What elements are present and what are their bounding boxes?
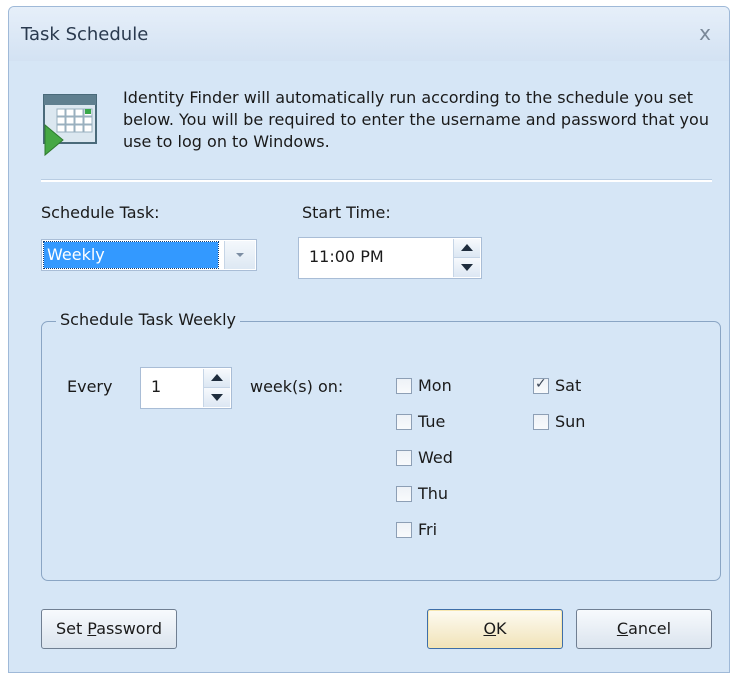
calendar-icon: [43, 94, 97, 157]
cancel-button[interactable]: Cancel: [576, 609, 712, 649]
mnemonic-letter: O: [483, 619, 497, 638]
button-text: K: [496, 619, 507, 638]
intro-text: Identity Finder will automatically run a…: [123, 88, 709, 151]
start-time-label: Start Time:: [302, 203, 391, 222]
start-time-picker[interactable]: 11:00 PM: [298, 237, 482, 279]
every-spin: [203, 369, 230, 407]
task-schedule-dialog: Task Schedule x Identity Finder will aut…: [8, 6, 730, 673]
chevron-down-icon[interactable]: [224, 241, 255, 269]
schedule-task-dropdown[interactable]: Weekly: [41, 239, 257, 271]
arrow-down-icon[interactable]: [454, 258, 480, 277]
button-text: ancel: [628, 619, 672, 638]
separator: [41, 179, 712, 182]
checkbox[interactable]: [396, 521, 412, 538]
arrow-up-icon[interactable]: [454, 239, 480, 258]
set-password-button[interactable]: Set Password: [41, 609, 177, 649]
checkbox[interactable]: [396, 413, 412, 430]
day-label: Thu: [418, 484, 449, 503]
day-checkbox-fri[interactable]: Fri: [396, 520, 437, 539]
group-title: Schedule Task Weekly: [56, 310, 240, 329]
day-checkbox-tue[interactable]: Tue: [396, 412, 445, 431]
day-checkbox-sat[interactable]: Sat: [533, 376, 581, 395]
button-text: Set: [55, 619, 88, 638]
schedule-task-label: Schedule Task:: [41, 203, 160, 222]
checkmark-icon[interactable]: [533, 376, 549, 394]
day-checkbox-mon[interactable]: Mon: [396, 376, 452, 395]
button-text: assword: [96, 619, 163, 638]
day-label: Fri: [418, 520, 438, 539]
checkbox[interactable]: [396, 377, 412, 394]
every-value: 1: [151, 377, 162, 396]
checkbox[interactable]: [396, 449, 412, 466]
day-label: Mon: [418, 376, 452, 395]
checkbox[interactable]: [533, 413, 549, 430]
start-time-value: 11:00 PM: [309, 247, 384, 266]
ok-button[interactable]: OK: [427, 609, 563, 649]
start-time-spin: [453, 239, 480, 277]
title-bar[interactable]: Task Schedule x: [9, 7, 729, 61]
day-checkbox-wed[interactable]: Wed: [396, 448, 453, 467]
day-label: Sun: [555, 412, 586, 431]
mnemonic-letter: C: [616, 619, 629, 638]
weeks-on-label: week(s) on:: [250, 377, 344, 396]
close-icon[interactable]: x: [691, 19, 719, 47]
arrow-up-icon[interactable]: [204, 369, 230, 388]
arrow-down-icon[interactable]: [204, 388, 230, 407]
schedule-weekly-group: Schedule Task Weekly Every 1 week(s) on:…: [41, 310, 721, 581]
day-label: Sat: [555, 376, 582, 395]
day-checkbox-sun[interactable]: Sun: [533, 412, 585, 431]
checkbox[interactable]: [396, 485, 412, 502]
day-checkbox-thu[interactable]: Thu: [396, 484, 448, 503]
day-label: Tue: [418, 412, 446, 431]
every-stepper[interactable]: 1: [140, 367, 232, 409]
mnemonic-letter: P: [87, 619, 97, 638]
schedule-task-value: Weekly: [43, 241, 219, 269]
window-title: Task Schedule: [21, 24, 149, 45]
day-label: Wed: [418, 448, 453, 467]
every-label: Every: [67, 377, 113, 396]
